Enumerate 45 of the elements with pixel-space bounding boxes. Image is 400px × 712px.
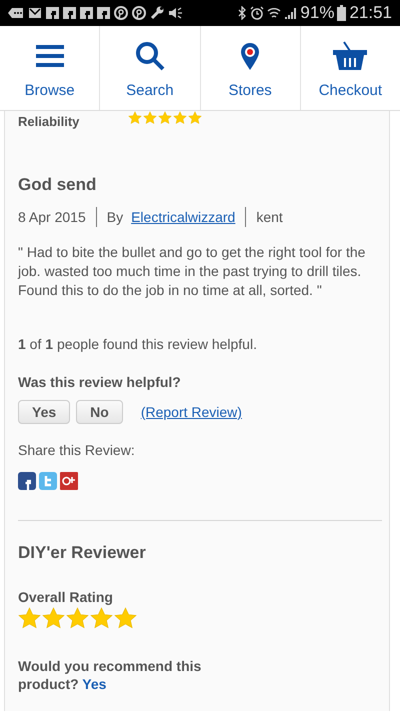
- message-icon: [8, 6, 24, 20]
- overall-rating-label: Overall Rating: [18, 589, 114, 605]
- wifi-icon: [267, 6, 282, 20]
- recommend-text: Would you recommend this product? Yes: [18, 657, 202, 693]
- by-label: By: [106, 209, 124, 225]
- rating-label: Reliability: [18, 114, 80, 128]
- star-icon: [90, 607, 113, 630]
- pinterest-icon: [114, 6, 128, 20]
- share-label: Share this Review:: [18, 442, 136, 458]
- google-plus-share-icon[interactable]: [60, 472, 78, 490]
- map-pin-icon: [240, 42, 260, 70]
- battery-icon: [337, 5, 346, 21]
- alarm-icon: [250, 6, 264, 20]
- basket-icon: [333, 41, 368, 71]
- author-link[interactable]: Electricalwizzard: [131, 209, 236, 225]
- report-review-link[interactable]: (Report Review): [140, 404, 242, 420]
- battery-percent: 91%: [300, 3, 334, 23]
- volume-muted-icon: [168, 6, 182, 20]
- review-title: God send: [18, 175, 98, 195]
- reviewer-location: kent: [256, 209, 283, 225]
- star-icon: [173, 111, 187, 125]
- star-icon: [128, 111, 142, 125]
- clock: 21:51: [349, 3, 392, 23]
- menu-icon: [36, 45, 64, 67]
- helpful-count: 1 of 1 people found this review helpful.: [18, 336, 258, 352]
- star-icon: [66, 607, 89, 630]
- review-date: 8 Apr 2015: [18, 209, 86, 225]
- reviewer-title: DIY'er Reviewer: [18, 543, 147, 563]
- star-icon: [143, 111, 157, 125]
- yes-button[interactable]: Yes: [18, 400, 70, 424]
- bluetooth-icon: [237, 6, 248, 20]
- search-icon: [134, 41, 165, 71]
- star-icon: [188, 111, 202, 125]
- star-icon: [114, 607, 137, 630]
- pinterest-icon: [132, 6, 146, 20]
- no-button[interactable]: No: [76, 400, 123, 424]
- facebook-share-icon[interactable]: [18, 472, 36, 490]
- helpful-question: Was this review helpful?: [18, 374, 182, 390]
- star-icon: [42, 607, 65, 630]
- star-icon: [158, 111, 172, 125]
- signal-icon: [284, 6, 298, 20]
- mail-icon: [28, 6, 42, 20]
- wrench-icon: [150, 6, 164, 20]
- review-text: " Had to bite the bullet and go to get the right tool for the job. wasted too much time in the past trying to drill tiles. Found this to do the job in no time at all, sorted. ": [18, 243, 366, 300]
- star-icon: [18, 607, 41, 630]
